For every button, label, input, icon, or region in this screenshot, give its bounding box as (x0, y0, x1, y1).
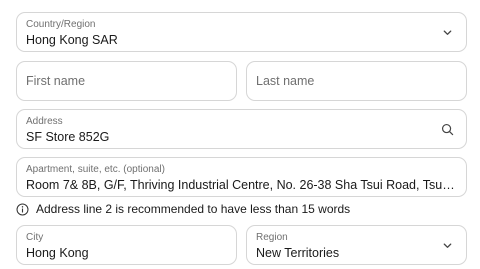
chevron-down-icon (440, 238, 454, 252)
apartment-value: Room 7& 8B, G/F, Thriving Industrial Cen… (26, 178, 457, 192)
first-name-placeholder: First name (26, 74, 86, 88)
last-name-placeholder: Last name (256, 74, 315, 88)
notice-text: Address line 2 is recommended to have le… (36, 202, 351, 216)
apartment-field[interactable]: Apartment, suite, etc. (optional) Room 7… (16, 157, 467, 197)
country-region-value: Hong Kong SAR (26, 33, 118, 47)
chevron-down-icon (440, 25, 454, 39)
country-region-label: Country/Region (26, 19, 96, 30)
search-icon[interactable] (440, 122, 454, 136)
country-region-select[interactable]: Country/Region Hong Kong SAR (16, 12, 467, 52)
region-select[interactable]: Region New Territories (246, 225, 467, 265)
address-value: SF Store 852G (26, 130, 110, 144)
address-label: Address (26, 116, 63, 127)
city-field[interactable]: City Hong Kong (16, 225, 237, 265)
city-value: Hong Kong (26, 246, 89, 260)
apartment-label: Apartment, suite, etc. (optional) (26, 164, 165, 175)
city-label: City (26, 232, 44, 243)
address-field[interactable]: Address SF Store 852G (16, 109, 467, 149)
last-name-field[interactable]: Last name (246, 61, 467, 101)
region-value: New Territories (256, 246, 340, 260)
info-icon (16, 203, 29, 216)
address-line-2-notice: Address line 2 is recommended to have le… (16, 201, 350, 217)
region-label: Region (256, 232, 288, 243)
first-name-field[interactable]: First name (16, 61, 237, 101)
